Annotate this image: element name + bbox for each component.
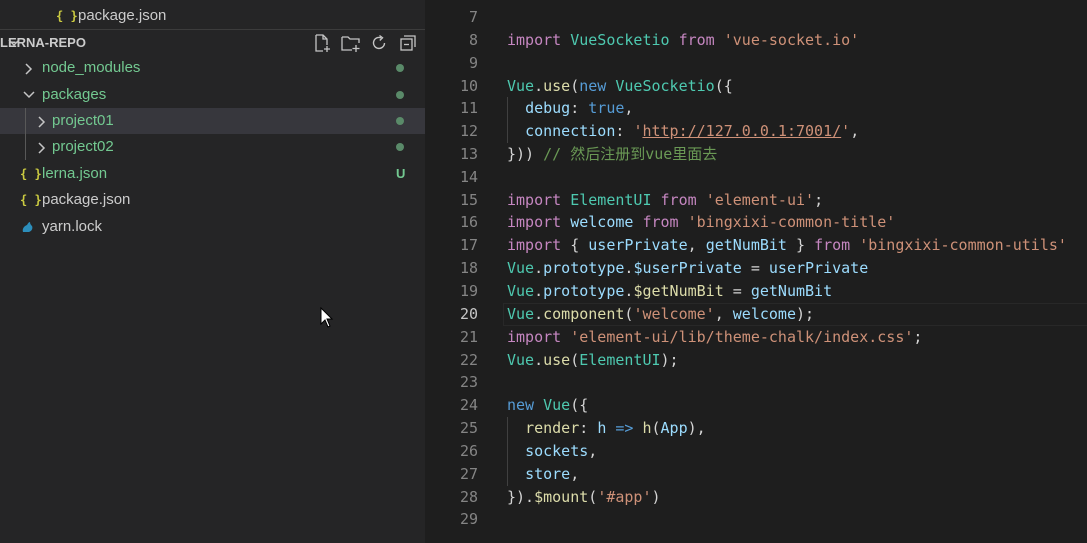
json-file-icon: { } (56, 9, 78, 23)
line-number: 14 (459, 168, 478, 186)
tree-item-label: packages (42, 86, 107, 103)
code-line-13: })) // 然后注册到vue里面去 (507, 145, 718, 163)
code-line-18: Vue.prototype.$userPrivate = userPrivate (507, 259, 869, 277)
tree-item-node-modules[interactable]: node_modules (0, 55, 425, 81)
yarn-icon (20, 214, 36, 240)
tree-item-project01[interactable]: project01 (0, 108, 425, 134)
tree-item-yarn-lock[interactable]: yarn.lock (0, 214, 425, 240)
tree-item-label: project01 (52, 112, 114, 129)
line-number: 7 (468, 8, 478, 26)
line-number: 26 (459, 442, 478, 460)
line-number: 11 (459, 99, 478, 117)
code-line-20: Vue.component('welcome', welcome); (507, 305, 815, 323)
line-number: 16 (459, 213, 478, 231)
code-editor[interactable]: 7 8 9 10 11 12 13 14 15 16 17 18 19 20 2… (425, 0, 1087, 543)
line-number: 25 (459, 419, 478, 437)
line-number: 12 (459, 122, 478, 140)
line-number: 29 (459, 510, 478, 528)
code-line-12: connection: 'http://127.0.0.1:7001/', (525, 122, 860, 140)
line-number: 17 (459, 236, 478, 254)
tree-item-package-json[interactable]: { } package.json (0, 187, 425, 213)
line-number: 10 (459, 77, 478, 95)
chevron-down-icon (22, 82, 36, 108)
git-modified-dot (396, 117, 404, 125)
tree-item-project02[interactable]: project02 (0, 134, 425, 160)
code-line-26: sockets, (525, 442, 598, 460)
line-number-active: 20 (459, 305, 478, 323)
tree-item-lerna-json[interactable]: { } lerna.json U (0, 161, 425, 187)
mouse-pointer-icon (320, 306, 334, 334)
tree-item-packages[interactable]: packages (0, 82, 425, 108)
tree-item-top-package-json[interactable]: { } package.json (0, 3, 425, 29)
refresh-icon[interactable] (369, 33, 389, 53)
code-line-11: debug: true, (525, 99, 634, 117)
indent-guide (25, 108, 26, 160)
code-line-8: import VueSocketio from 'vue-socket.io' (507, 31, 860, 49)
json-file-icon: { } (20, 167, 42, 181)
code-line-22: Vue.use(ElementUI); (507, 351, 679, 369)
json-file-icon: { } (20, 193, 42, 207)
line-number: 23 (459, 373, 478, 391)
line-number: 21 (459, 328, 478, 346)
line-number: 22 (459, 351, 478, 369)
tree-item-label: lerna.json (42, 165, 108, 182)
explorer-section-header[interactable]: LERNA-REPO (0, 30, 425, 56)
line-number: 19 (459, 282, 478, 300)
code-line-17: import { userPrivate, getNumBit } from '… (507, 236, 1067, 254)
code-line-24: new Vue({ (507, 396, 589, 414)
code-line-19: Vue.prototype.$getNumBit = getNumBit (507, 282, 833, 300)
code-line-16: import welcome from 'bingxixi-common-tit… (507, 213, 896, 231)
tree-item-label: project02 (52, 138, 114, 155)
code-line-27: store, (525, 465, 580, 483)
git-modified-dot (396, 64, 404, 72)
git-untracked-badge: U (396, 166, 406, 181)
chevron-right-icon (35, 108, 49, 134)
line-number: 24 (459, 396, 478, 414)
chevron-right-icon (35, 134, 49, 160)
git-modified-dot (396, 91, 404, 99)
new-file-icon[interactable] (312, 33, 332, 53)
code-line-10: Vue.use(new VueSocketio({ (507, 77, 733, 95)
line-number: 9 (468, 54, 478, 72)
line-number: 28 (459, 488, 478, 506)
code-line-15: import ElementUI from 'element-ui'; (507, 191, 824, 209)
line-number: 27 (459, 465, 478, 483)
tree-item-label: package.json (78, 7, 167, 24)
code-line-25: render: h => h(App), (525, 419, 706, 437)
chevron-right-icon (22, 55, 36, 81)
line-number: 8 (468, 31, 478, 49)
tree-item-label: node_modules (42, 59, 141, 76)
tree-item-label: yarn.lock (42, 218, 103, 235)
new-folder-icon[interactable] (340, 33, 360, 53)
collapse-all-icon[interactable] (398, 33, 418, 53)
code-line-21: import 'element-ui/lib/theme-chalk/index… (507, 328, 923, 346)
explorer-sidebar: { } package.json LERNA-REPO node_modules… (0, 0, 425, 543)
line-number: 15 (459, 191, 478, 209)
line-number: 18 (459, 259, 478, 277)
line-number: 13 (459, 145, 478, 163)
tree-item-label: package.json (42, 191, 131, 208)
code-line-28: }).$mount('#app') (507, 488, 661, 506)
chevron-down-icon (7, 30, 21, 56)
git-modified-dot (396, 143, 404, 151)
